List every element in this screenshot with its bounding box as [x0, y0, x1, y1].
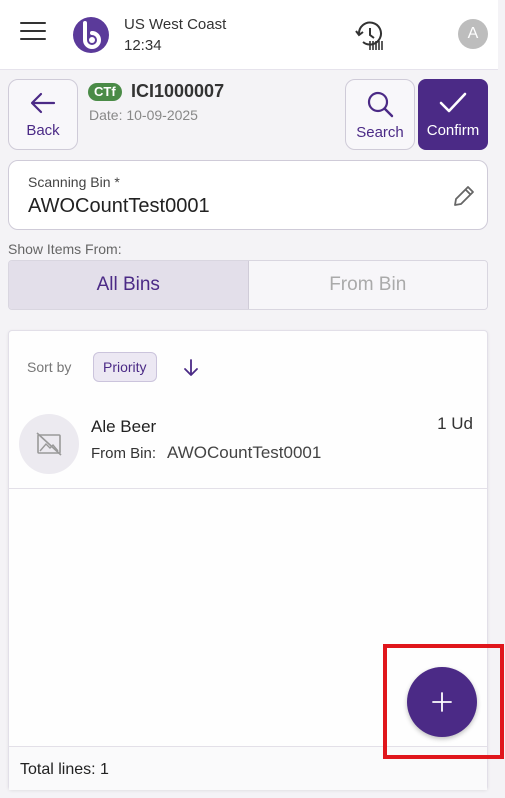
arrow-down-icon[interactable] — [181, 357, 201, 379]
item-bin-label: From Bin: — [91, 445, 157, 462]
image-placeholder-icon — [36, 432, 62, 456]
highlight-box — [383, 644, 504, 759]
app-logo — [73, 17, 109, 53]
item-name: Ale Beer — [91, 417, 157, 436]
item-quantity: 1 Ud — [437, 414, 473, 433]
clock-time: 12:34 — [124, 37, 162, 54]
back-button[interactable]: Back — [8, 79, 78, 150]
timezone-info: US West Coast 12:34 — [124, 14, 226, 56]
user-avatar[interactable]: A — [458, 19, 488, 49]
arrow-left-icon — [30, 92, 56, 114]
checkmark-icon — [439, 92, 467, 113]
search-label: Search — [356, 124, 404, 141]
document-id: ICI1000007 — [131, 81, 225, 101]
all-bins-option[interactable]: All Bins — [9, 261, 249, 309]
item-thumbnail — [19, 414, 79, 474]
timezone-label: US West Coast — [124, 16, 227, 33]
total-lines: Total lines: 1 — [20, 761, 109, 778]
document-type-badge: CTf — [88, 83, 122, 101]
search-icon — [367, 91, 394, 118]
document-date: Date: 10-09-2025 — [89, 107, 198, 123]
item-bin-value: AWOCountTest0001 — [167, 443, 322, 462]
from-bin-option[interactable]: From Bin — [248, 261, 487, 309]
list-item[interactable]: Ale Beer From Bin: AWOCountTest0001 1 Ud — [9, 401, 487, 489]
show-items-label: Show Items From: — [8, 241, 122, 257]
bin-filter-toggle: All Bins From Bin — [8, 260, 488, 310]
back-label: Back — [26, 122, 60, 139]
scanning-bin-label: Scanning Bin * — [28, 174, 120, 190]
sort-by-label: Sort by — [27, 359, 72, 375]
pencil-edit-icon[interactable] — [451, 183, 477, 209]
search-button[interactable]: Search — [345, 79, 415, 150]
top-app-bar: US West Coast 12:34 A — [0, 0, 498, 70]
sort-field-chip[interactable]: Priority — [93, 352, 157, 382]
confirm-label: Confirm — [426, 122, 480, 139]
scanning-bin-value[interactable]: AWOCountTest0001 — [28, 195, 210, 218]
scanning-bin-field[interactable]: Scanning Bin * AWOCountTest0001 — [8, 160, 488, 230]
history-barcode-icon[interactable] — [354, 20, 386, 52]
confirm-button[interactable]: Confirm — [418, 79, 488, 150]
menu-icon[interactable] — [20, 22, 46, 46]
